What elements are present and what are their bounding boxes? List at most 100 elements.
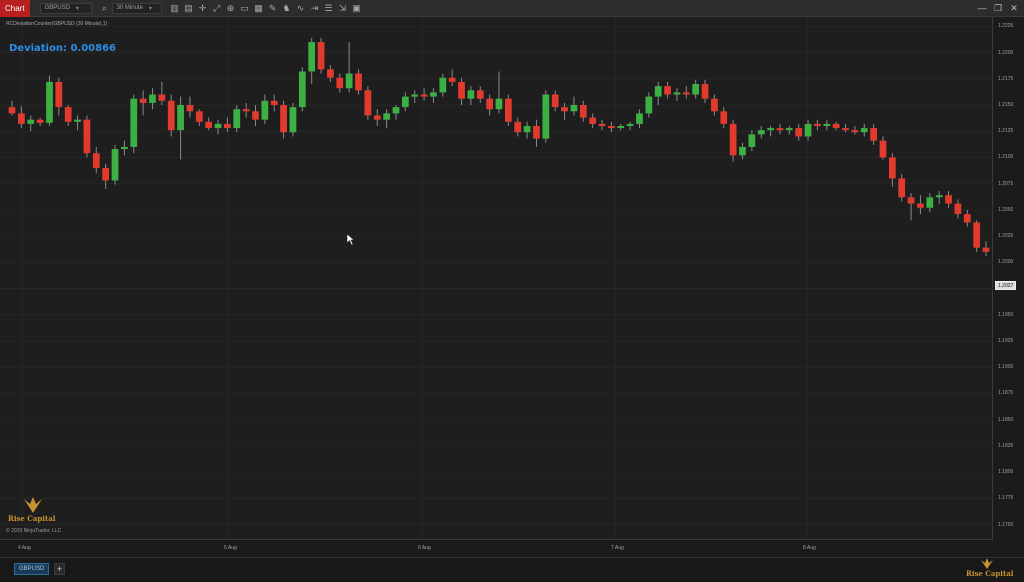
candle-up [767,128,774,131]
time-tick-label: 6 Aug [418,545,431,551]
candle-down [973,222,981,248]
price-tick-label: 1.2075 [998,180,1014,187]
candle-up [748,134,756,147]
candle-down [504,98,512,122]
logo-text: Rise Capital [966,569,1014,578]
candle-down [336,77,344,89]
restore-icon[interactable]: ❐ [991,0,1005,17]
candle-down [514,121,522,133]
candle-down [280,105,287,133]
candle-up [46,81,53,123]
logo-icon [24,497,42,513]
candle-down [8,107,16,114]
candle-down [17,113,25,124]
candle-down [579,105,587,118]
chevron-down-icon: ▾ [75,5,79,12]
chart-panel[interactable]: RCDeviationCounter(GBPUSD (30 Minute),1)… [0,17,993,539]
candle-down [36,119,44,123]
candle-down [598,123,606,126]
candle-up [617,125,625,129]
drawing-tools-icon[interactable]: ✎ [266,3,280,14]
shift-icon[interactable]: ⇥ [308,3,322,14]
candle-up [645,96,653,114]
interval-label: 30 Minute [116,5,143,11]
strategies-icon[interactable]: ♞ [280,3,294,14]
candle-up [411,94,419,97]
candle-up [345,73,353,89]
interval-selector[interactable]: 30 Minute ▾ [111,2,162,14]
candle-down [842,128,849,131]
data-box-icon[interactable]: ▤ [182,3,196,14]
close-icon[interactable]: ✕ [1007,0,1021,17]
candle-down [270,100,278,105]
candle-down [701,84,709,99]
candle-up [233,109,241,129]
candle-down [55,81,63,108]
price-tick-label: 1.2000 [998,259,1014,266]
candle-down [907,197,915,204]
instrument-selector[interactable]: GBPUSD ▾ [39,2,92,14]
candle-down [711,98,718,112]
candle-down [420,94,428,97]
magnify-icon[interactable]: ⊕ [224,3,238,14]
tiles-icon[interactable]: ▣ [350,3,364,14]
candle-down [195,111,203,122]
price-tick-label: 1.1875 [998,390,1014,397]
candle-down [317,42,325,70]
instrument-label: GBPUSD [44,5,70,11]
instrument-tab[interactable]: GBPUSD [14,563,50,575]
candle-up [626,123,634,126]
candle-down [888,157,896,179]
candle-down [945,195,952,204]
time-tick-label: 7 Aug [611,545,624,551]
price-tick-label: 1.1800 [998,469,1014,476]
candle-down [551,94,559,108]
candle-up [308,42,316,72]
price-axis[interactable]: 1.2225 1.2200 1.2175 1.2150 1.2125 1.2100 1.20… [993,17,1024,539]
chart-toolbar: Chart GBPUSD ▾ ⌕ 30 Minute ▾ ▥ ▤ ✛ ⤢ ⊕ ▭… [0,0,1024,17]
search-icon[interactable]: ⌕ [98,3,112,14]
candle-up [392,107,400,114]
candle-up [289,107,297,133]
properties-icon[interactable]: ▭ [238,3,252,14]
candle-up [757,130,765,135]
chart-window-tab[interactable]: Chart [0,0,30,17]
candle-up [785,128,793,131]
candle-up [130,98,138,147]
candle-up [673,92,681,95]
time-tick-label: 4 Aug [18,545,31,551]
crosshair-icon[interactable]: ✛ [196,3,210,14]
minimize-icon[interactable]: — [975,0,989,17]
candle-down [327,69,334,78]
zoom-icon[interactable]: ⤢ [210,3,224,14]
candle-down [186,105,194,112]
candle-down [355,73,362,91]
candle-up [495,98,503,110]
candle-down [729,123,737,156]
copyright-text: © 2019 NinjaTrader, LLC [6,528,62,534]
candle-down [533,125,540,139]
add-tab-button[interactable]: + [54,563,65,575]
candle-down [224,123,231,129]
price-tick-label: 1.1825 [998,442,1014,449]
candle-up [214,123,222,129]
candle-down [158,94,166,101]
price-tick-label: 1.2025 [998,233,1014,240]
last-price-marker: 1.2027 [995,281,1017,290]
candle-down [252,111,259,120]
instrument-tab-bar: GBPUSD + Rise Capital [0,557,1024,582]
candle-up [804,123,812,137]
time-axis[interactable]: 4 Aug 5 Aug 6 Aug 7 Aug 8 Aug [0,539,993,557]
candle-up [654,86,662,97]
list-icon[interactable]: ☰ [322,3,336,14]
price-tick-label: 1.2050 [998,206,1014,213]
candle-down [589,117,597,124]
expand-icon[interactable]: ⇲ [336,3,350,14]
indicators-icon[interactable]: ∿ [294,3,308,14]
chevron-down-icon: ▾ [148,5,152,12]
price-tick-label: 1.2200 [998,49,1014,56]
candle-down [167,100,175,131]
templates-icon[interactable]: ▦ [252,3,266,14]
bar-chart-icon[interactable]: ▥ [168,3,182,14]
candle-down [476,90,484,99]
